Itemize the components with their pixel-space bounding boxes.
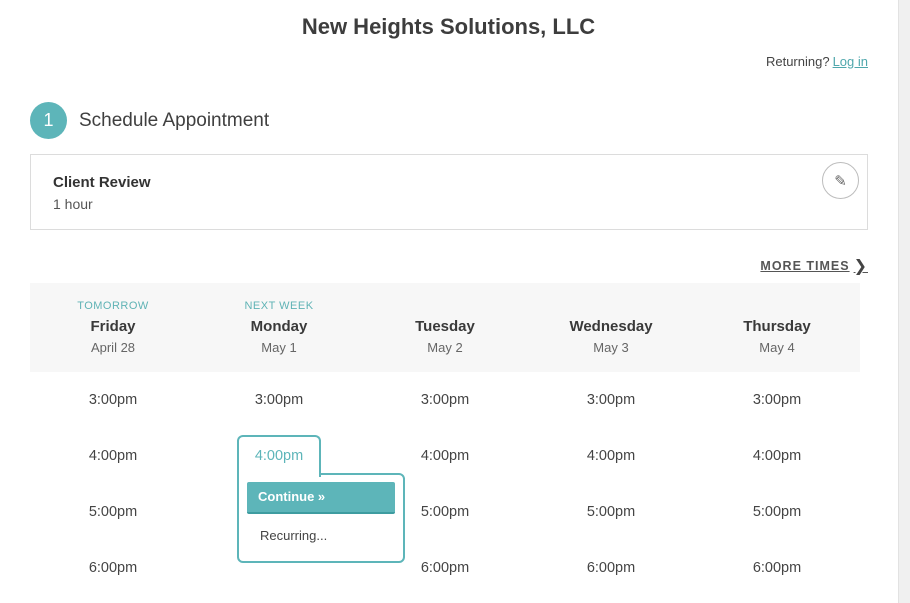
business-name: New Heights Solutions, LLC: [301, 14, 596, 39]
day-tag: NEXT WEEK: [244, 300, 314, 312]
day-column-header: NEXT WEEK Monday May 1: [196, 283, 362, 372]
time-slot[interactable]: 4:00pm: [694, 448, 860, 464]
time-slot[interactable]: 5:00pm: [694, 504, 860, 520]
time-slot[interactable]: 6:00pm: [528, 560, 694, 576]
step-number-badge: 1: [30, 102, 67, 139]
time-slot[interactable]: 3:00pm: [528, 392, 694, 408]
day-column-header: TOMORROW Friday April 28: [30, 283, 196, 372]
more-times-link[interactable]: MORE TIMES ❯: [760, 256, 868, 276]
selected-time-slot[interactable]: 4:00pm: [237, 448, 321, 464]
step-title: Schedule Appointment: [79, 109, 270, 131]
day-date: May 2: [427, 340, 463, 355]
day-name: Monday: [250, 318, 308, 335]
time-slot[interactable]: 5:00pm: [30, 504, 196, 520]
day-name: Tuesday: [415, 318, 475, 335]
day-name: Friday: [90, 318, 136, 335]
time-slot[interactable]: 3:00pm: [30, 392, 196, 408]
time-slot[interactable]: 4:00pm: [30, 448, 196, 464]
time-slot[interactable]: 4:00pm: [528, 448, 694, 464]
day-column-header: Tuesday May 2: [362, 283, 528, 372]
appointment-name: Client Review: [53, 174, 151, 191]
time-slot[interactable]: 5:00pm: [528, 504, 694, 520]
time-slot[interactable]: 3:00pm: [694, 392, 860, 408]
time-slot[interactable]: 6:00pm: [694, 560, 860, 576]
day-date: May 3: [593, 340, 629, 355]
day-date: April 28: [90, 340, 136, 355]
day-column-header: Wednesday May 3: [528, 283, 694, 372]
scrollbar[interactable]: [898, 0, 910, 603]
login-link[interactable]: Log in: [833, 54, 868, 69]
day-date: May 1: [261, 340, 297, 355]
edit-appointment-button[interactable]: ✎: [822, 162, 859, 199]
time-selection-popup: 4:00pm Continue » Recurring...: [237, 435, 405, 563]
time-slot[interactable]: 3:00pm: [362, 392, 528, 408]
appointment-card: Client Review 1 hour ✎: [30, 154, 868, 230]
day-name: Wednesday: [569, 318, 653, 335]
chevron-right-icon: ❯: [853, 258, 868, 275]
day-date: May 4: [759, 340, 795, 355]
more-times-label: MORE TIMES: [760, 259, 850, 273]
day-name: Thursday: [743, 318, 811, 335]
time-slot[interactable]: 3:00pm: [196, 392, 362, 408]
recurring-option[interactable]: Recurring...: [260, 528, 327, 543]
day-tag: TOMORROW: [77, 300, 149, 312]
appointment-duration: 1 hour: [53, 196, 93, 212]
step-header: 1 Schedule Appointment: [30, 102, 269, 139]
returning-prompt: Returning?: [765, 54, 830, 69]
day-header-bar: TOMORROW Friday April 28 NEXT WEEK Monda…: [30, 283, 860, 372]
time-slot[interactable]: 6:00pm: [30, 560, 196, 576]
returning-login: Returning? Log in: [766, 54, 868, 69]
pencil-icon: ✎: [834, 172, 847, 190]
day-column-header: Thursday May 4: [694, 283, 860, 372]
continue-button[interactable]: Continue »: [247, 482, 395, 514]
